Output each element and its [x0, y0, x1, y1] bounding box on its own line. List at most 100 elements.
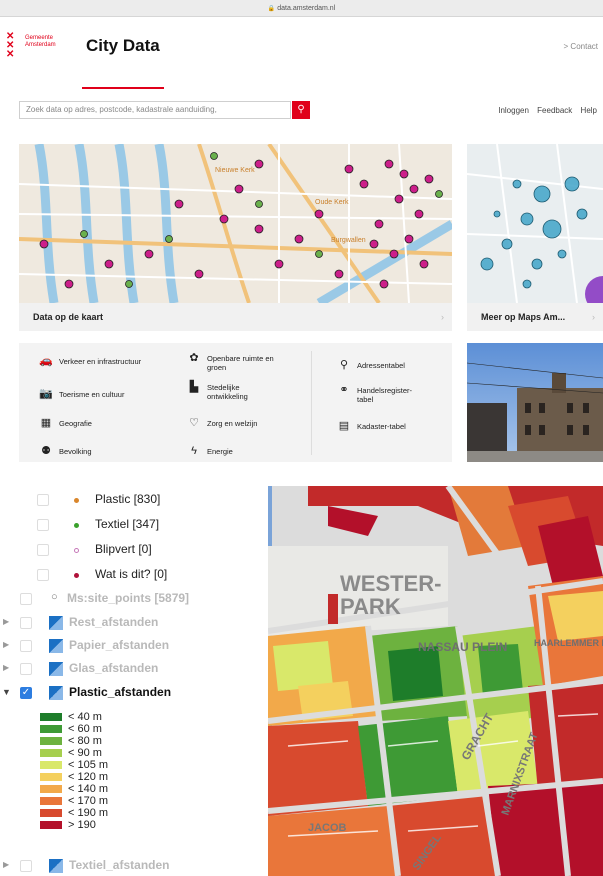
legend-swatch: [40, 797, 62, 806]
raster-layer-icon: [49, 686, 63, 700]
map-label-jacob: JACOB: [308, 822, 347, 834]
flower-icon: ✿: [189, 352, 199, 364]
url-text: data.amsterdam.nl: [277, 5, 336, 12]
map-card-label: Data op de kaart ›: [19, 303, 452, 331]
distance-heatmap[interactable]: WESTER- PARK NASSAU PLEIN HAARLEMMER PLE…: [268, 486, 603, 876]
dataset-handelsregister[interactable]: ⚭ Handelsregister-tabel: [339, 385, 427, 405]
page-title[interactable]: City Data: [86, 36, 160, 56]
layer-checkbox-papier[interactable]: [20, 640, 32, 652]
login-link[interactable]: Inloggen: [498, 106, 529, 115]
contact-link[interactable]: > Contact: [564, 42, 598, 51]
layer-label-site-points: Ms:site_points [5879]: [67, 591, 190, 605]
legend-item: < 140 m: [40, 784, 108, 795]
legend-swatch: [40, 821, 62, 830]
expand-arrow-icon[interactable]: ▶: [3, 617, 9, 626]
help-link[interactable]: Help: [581, 106, 597, 115]
layer-checkbox-blipvert[interactable]: [37, 544, 49, 556]
map-label-square: Burgwallen: [331, 237, 366, 244]
legend-swatch: [40, 749, 62, 758]
layer-label-textiel: Textiel [347]: [95, 517, 160, 531]
lightning-icon: ϟ: [191, 445, 197, 457]
theme-zorg[interactable]: ♡ Zorg en welzijn: [189, 418, 297, 429]
layer-label-textiel-afstanden: Textiel_afstanden: [69, 858, 170, 872]
layer-checkbox-site-points[interactable]: [20, 593, 32, 605]
legend-item: < 90 m: [40, 748, 102, 759]
layer-checkbox-plastic[interactable]: [37, 494, 49, 506]
dataset-adressen[interactable]: ⚲ Adressentabel: [340, 360, 437, 371]
legend-item: > 190: [40, 820, 96, 831]
legend-item: < 40 m: [40, 712, 102, 723]
plastic-dot-icon: [74, 498, 79, 503]
layer-checkbox-plastic-afstanden[interactable]: ✓: [20, 687, 32, 699]
layer-checkbox-rest[interactable]: [20, 617, 32, 629]
layer-label-blipvert: Blipvert [0]: [95, 542, 152, 556]
heart-icon: ♡: [189, 417, 199, 429]
theme-verkeer[interactable]: 🚗 Verkeer en infrastructuur: [39, 356, 149, 367]
circle-icon: ○: [51, 591, 58, 603]
search-input[interactable]: Zoek data op adres, postcode, kadastrale…: [19, 101, 291, 119]
raster-layer-icon: [49, 639, 63, 653]
search-button[interactable]: ⚲: [292, 101, 310, 119]
layer-checkbox-textiel[interactable]: [37, 519, 49, 531]
dataset-kadaster[interactable]: ▤ Kadaster-tabel: [339, 421, 437, 432]
chevron-right-icon: ›: [441, 312, 444, 322]
map-label-park: PARK: [340, 594, 401, 619]
map-label-nassau: NASSAU PLEIN: [418, 640, 507, 654]
layer-checkbox-glas[interactable]: [20, 663, 32, 675]
search-row: Zoek data op adres, postcode, kadastrale…: [0, 94, 603, 124]
map-card[interactable]: Nieuwe Kerk Oude Kerk Burgwallen Data op…: [19, 144, 452, 331]
themes-panel: 🚗 Verkeer en infrastructuur 📷 Toerisme en …: [19, 343, 452, 462]
collapse-arrow-icon[interactable]: ▼: [2, 687, 11, 697]
title-underline: [82, 87, 164, 89]
brand-name[interactable]: Gemeente Amsterdam: [25, 35, 56, 49]
legend-item: < 80 m: [40, 736, 102, 747]
layer-label-plastic-afstanden: Plastic_afstanden: [69, 685, 172, 699]
theme-bevolking[interactable]: ⚉ Bevolking: [41, 446, 149, 457]
theme-stedelijke[interactable]: ▙ Stedelijke ontwikkeling: [190, 382, 282, 402]
handshake-icon: ⚭: [339, 384, 349, 396]
theme-toerisme[interactable]: 📷 Toerisme en cultuur: [39, 389, 159, 400]
car-icon: 🚗: [39, 355, 53, 367]
textiel-dot-icon: [74, 523, 79, 528]
legend-swatch: [40, 809, 62, 818]
theme-geografie[interactable]: ▦ Geografie: [41, 418, 149, 429]
feedback-link[interactable]: Feedback: [537, 106, 572, 115]
legend-swatch: [40, 785, 62, 794]
legend-swatch: [40, 773, 62, 782]
lock-icon: 🔒: [267, 6, 276, 12]
legend-item: < 170 m: [40, 796, 108, 807]
dam-square-photo[interactable]: [467, 343, 603, 462]
layer-label-plastic: Plastic [830]: [95, 492, 161, 506]
expand-arrow-icon[interactable]: ▶: [3, 860, 9, 869]
layer-label-papier: Papier_afstanden: [69, 638, 170, 652]
blipvert-dot-icon: [74, 548, 79, 553]
watisdit-dot-icon: [74, 573, 79, 578]
people-icon: ⚉: [41, 445, 51, 457]
layer-checkbox-textiel-afstanden[interactable]: [20, 860, 32, 872]
chevron-right-icon: ›: [592, 312, 595, 322]
map-label-wester: WESTER-: [340, 571, 441, 596]
browser-url-bar[interactable]: 🔒 data.amsterdam.nl: [0, 0, 603, 17]
map-label-church2: Oude Kerk: [315, 199, 349, 206]
legend-item: < 60 m: [40, 724, 102, 735]
amsterdam-logo-icon[interactable]: ✕ ✕ ✕: [6, 32, 14, 60]
layer-label-glas: Glas_afstanden: [69, 661, 159, 675]
layer-checkbox-watisdit[interactable]: [37, 569, 49, 581]
theme-openbare-ruimte[interactable]: ✿ Openbare ruimte en groen: [189, 353, 282, 373]
map-label-haarlemmer: HAARLEMMER PLEIN: [534, 638, 603, 648]
expand-arrow-icon[interactable]: ▶: [3, 640, 9, 649]
layer-panel: Plastic [830] Textiel [347] Blipvert [0]…: [0, 480, 268, 876]
theme-energie[interactable]: ϟ Energie: [191, 446, 297, 457]
heatmap-canvas: WESTER- PARK NASSAU PLEIN HAARLEMMER PLE…: [268, 486, 603, 876]
legend-swatch: [40, 737, 62, 746]
city-map-thumbnail: Nieuwe Kerk Oude Kerk Burgwallen: [19, 144, 452, 303]
photo-image: [467, 343, 603, 462]
expand-arrow-icon[interactable]: ▶: [3, 663, 9, 672]
maps-card[interactable]: Meer op Maps Am... ›: [467, 144, 603, 331]
legend-swatch: [40, 761, 62, 770]
legend-swatch: [40, 725, 62, 734]
layer-label-rest: Rest_afstanden: [69, 615, 159, 629]
city-icon: ▙: [189, 381, 199, 393]
search-icon: ⚲: [297, 104, 305, 115]
raster-layer-icon: [49, 859, 63, 873]
